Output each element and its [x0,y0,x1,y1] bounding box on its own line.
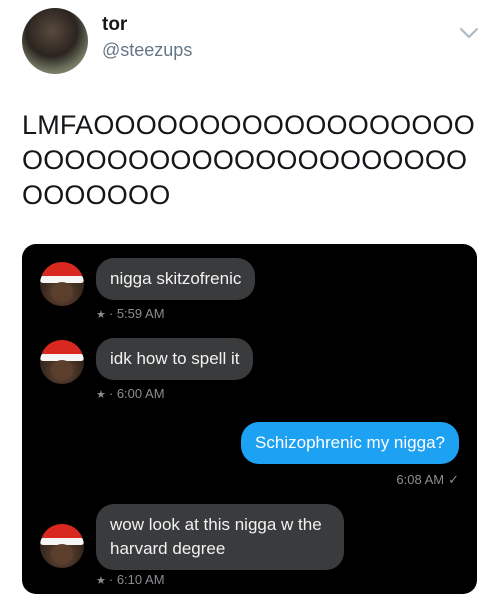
tweet-header: tor @steezups [0,0,500,90]
dm-screenshot-image[interactable]: nigga skitzofrenic ★ · 5:59 AM idk how to… [22,244,477,594]
message-timestamp: ★ · 5:59 AM [96,306,165,321]
message-timestamp: 6:08 AM ✓ [396,472,459,487]
display-name[interactable]: tor [102,14,127,36]
star-icon: ★ [96,389,106,401]
message-bubble-outgoing: Schizophrenic my nigga? [241,422,459,464]
chevron-down-icon[interactable] [458,22,480,44]
sender-avatar [40,340,84,384]
tweet-text: LMFAOOOOOOOOOOOOOOOOOOOOOOOOOOOOOOOOOOOO… [22,110,475,210]
avatar[interactable] [22,8,88,74]
message-bubble: nigga skitzofrenic [96,258,256,300]
sender-avatar [40,262,84,306]
user-handle[interactable]: @steezups [102,40,192,61]
message-timestamp: ★ · 6:00 AM [96,386,165,401]
message-bubble: idk how to spell it [96,338,254,380]
sender-avatar [40,524,84,568]
checkmark-icon: ✓ [448,472,459,487]
star-icon: ★ [96,309,106,321]
message-bubble: wow look at this nigga w the harvard deg… [96,504,344,570]
star-icon: ★ [96,575,106,587]
message-timestamp: ★ · 6:10 AM [96,572,165,587]
